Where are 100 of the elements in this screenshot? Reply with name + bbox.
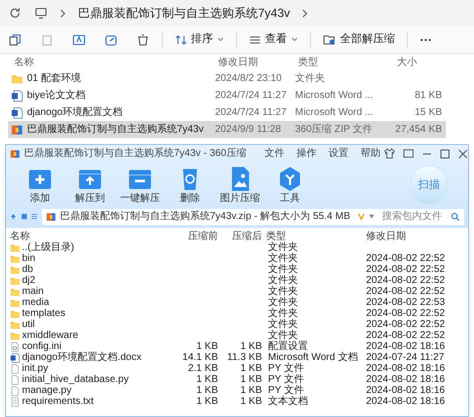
archive-row[interactable]: xmiddleware 文件夹 2024-08-02 22:52 <box>10 330 464 341</box>
archive-row[interactable]: init.py 2.1 KB 1 KB PY 文件 2024-08-02 18:16 <box>10 363 464 374</box>
archive-row[interactable]: manage.py 1 KB 1 KB PY 文件 2024-08-02 18:16 <box>10 385 464 396</box>
file-type: Microsoft Word ... <box>295 89 374 103</box>
size-before: 2.1 KB <box>186 363 218 374</box>
copy-icon[interactable] <box>8 32 22 46</box>
file-row[interactable]: 01 配套环境 2024/8/2 23:10 文件夹 <box>8 70 446 87</box>
size-before: 14.1 KB <box>181 352 218 363</box>
file-name: util <box>22 319 35 330</box>
folder-icon <box>10 286 20 296</box>
rename-icon[interactable] <box>72 32 86 46</box>
column-header[interactable]: 名称 <box>14 54 218 70</box>
archive-row[interactable]: util 文件夹 2024-08-02 22:52 <box>10 319 464 330</box>
archive-row[interactable]: djanogo环境配置文档.docx 14.1 KB 11.3 KB Microsoft Word 文档 2024-07-24 11:27 <box>10 352 464 363</box>
document-icon <box>11 106 23 118</box>
column-header[interactable]: 修改日期 <box>366 229 458 244</box>
file-size: 81 KB <box>414 89 442 103</box>
file-date: 2024/7/24 11:27 <box>215 89 288 103</box>
column-header[interactable]: 压缩后 <box>218 229 262 244</box>
toolbar-button[interactable]: 图片压缩 <box>222 165 258 205</box>
file-date: 2024-08-02 18:16 <box>366 374 446 385</box>
file-name: bin <box>22 253 36 264</box>
column-header[interactable]: 修改日期 <box>218 54 298 70</box>
size-after: 1 KB <box>239 363 262 374</box>
search-field[interactable]: 搜索包内文件 <box>378 208 464 224</box>
file-date: 2024/9/9 11:28 <box>215 123 282 137</box>
dropdown-icon[interactable] <box>368 214 374 219</box>
toolbar-button[interactable]: 一键解压 <box>122 165 158 205</box>
window-title: 巴鼎服装配饰订制与自主选购系统7y43v - 360压缩 <box>24 146 246 161</box>
menu-item[interactable]: 文件 <box>264 146 284 161</box>
file-row[interactable]: 巴鼎服装配饰订制与自主选购系统7y43v 2024/9/9 11:28 360压缩 ZIP 文件 27,454 KB <box>8 121 446 138</box>
more-button[interactable]: ··· <box>416 30 436 48</box>
folder-icon <box>11 72 23 84</box>
archive-row[interactable]: initial_hive_database.py 1 KB 1 KB PY 文件 2024-08-02 18:16 <box>10 374 464 385</box>
file-date: 2024-08-02 22:52 <box>366 308 446 319</box>
file-date: 2024-08-02 22:52 <box>366 330 446 341</box>
archive-icon <box>11 124 23 136</box>
shirt-icon[interactable] <box>384 148 396 159</box>
size-after: 1 KB <box>239 341 262 352</box>
file-date: 2024/7/24 11:27 <box>215 106 288 120</box>
path-field[interactable]: 巴鼎服装配饰订制与自主选购系统7y43v.zip - 解包大小为 55.4 MB <box>42 208 380 224</box>
delete-icon[interactable] <box>136 32 150 46</box>
archive-row[interactable]: dj2 文件夹 2024-08-02 22:52 <box>10 275 464 286</box>
column-header[interactable]: 大小 <box>393 54 463 70</box>
sort-button[interactable]: 排序 <box>171 31 228 48</box>
toolbar-button[interactable]: 解压到 <box>72 165 108 205</box>
file-row[interactable]: biye论文文档 2024/7/24 11:27 Microsoft Word ... 81 KB <box>8 87 446 104</box>
file-row[interactable]: djanogo环境配置文档 2024/7/24 11:27 Microsoft Word ... 15 KB <box>8 104 446 121</box>
toolbar-button[interactable]: 工具 <box>272 165 308 205</box>
menu-item[interactable]: 设置 <box>328 146 348 161</box>
file-type: PY 文件 <box>267 385 304 396</box>
size-after: 11.3 KB <box>226 352 262 363</box>
up-arrow-icon[interactable] <box>10 212 17 221</box>
file-name: initial_hive_database.py <box>22 374 129 385</box>
menu-item[interactable]: 帮助 <box>360 146 380 161</box>
folder-icon <box>10 264 20 274</box>
refresh-icon[interactable] <box>8 6 22 20</box>
file-type: Microsoft Word ... <box>295 106 374 120</box>
file-date: 2024-08-02 22:52 <box>366 286 446 297</box>
file-name: djanogo环境配置文档.docx <box>22 352 142 363</box>
folder-icon <box>10 242 20 252</box>
file-name: media <box>22 297 50 308</box>
file-type: PY 文件 <box>267 363 305 374</box>
file-type: 配置设置 <box>267 341 309 352</box>
chevron-icon <box>60 8 66 18</box>
size-after: 1 KB <box>239 374 262 385</box>
file-name: main <box>22 286 44 297</box>
file-name: biye论文文档 <box>27 88 86 103</box>
file-name: init.py <box>22 363 48 374</box>
file-type: Microsoft Word 文档 <box>267 352 359 363</box>
file-date: 2024-08-02 18:16 <box>366 396 446 407</box>
archive-row[interactable]: requirements.txt 1 KB 1 KB 文本文档 2024-08-02 18:16 <box>10 396 464 407</box>
maximize-icon[interactable] <box>440 148 450 158</box>
close-icon[interactable] <box>458 148 468 158</box>
file-name: ..(上级目录) <box>22 242 74 253</box>
search-icon[interactable] <box>451 212 460 222</box>
file-type: 文件夹 <box>267 264 299 275</box>
archive-row[interactable]: main 文件夹 2024-08-02 22:52 <box>10 286 464 297</box>
archive-row[interactable]: db 文件夹 2024-08-02 22:52 <box>10 264 464 275</box>
menu-item[interactable]: 操作 <box>296 146 316 161</box>
view-button[interactable]: 查看 <box>245 31 302 48</box>
file-date: 2024-08-02 22:52 <box>366 253 446 264</box>
file-type: 文件夹 <box>267 275 299 286</box>
column-header[interactable]: 类型 <box>298 54 393 70</box>
grid-view-icon[interactable] <box>20 212 28 221</box>
folder-icon <box>10 254 20 264</box>
column-header[interactable]: 压缩前 <box>170 229 218 244</box>
sort-icon <box>175 34 187 46</box>
archive-row[interactable]: bin 文件夹 2024-08-02 22:52 <box>10 253 464 264</box>
toolbar-button[interactable]: 删除 <box>172 165 208 205</box>
monitor-icon[interactable] <box>34 6 48 20</box>
archive-row[interactable]: ..(上级目录) 文件夹 <box>10 242 464 253</box>
archive-row[interactable]: templates 文件夹 2024-08-02 22:52 <box>10 308 464 319</box>
extract-all-button[interactable]: 全部解压缩 <box>319 31 399 48</box>
archive-row[interactable]: config.ini 1 KB 1 KB 配置设置 2024-08-02 18:16 <box>10 341 464 352</box>
toolbar-button[interactable]: 添加 <box>22 165 58 205</box>
file-type: 文件夹 <box>267 330 298 341</box>
archive-row[interactable]: media 文件夹 2024-08-02 22:53 <box>10 297 464 308</box>
file-type: 文件夹 <box>267 286 299 297</box>
file-type: 360压缩 ZIP 文件 <box>295 122 374 137</box>
